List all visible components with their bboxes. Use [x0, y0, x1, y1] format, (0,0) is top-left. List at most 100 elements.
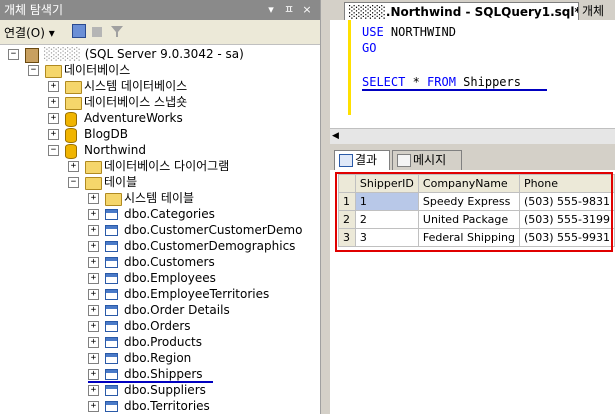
- column-header[interactable]: Phone: [518, 174, 615, 193]
- tree-node[interactable]: + dbo.Products: [0, 334, 320, 350]
- tree-node[interactable]: + dbo.Customers: [0, 254, 320, 270]
- expand-icon[interactable]: +: [88, 401, 99, 412]
- filter-icon[interactable]: [110, 24, 124, 38]
- grid-corner[interactable]: [338, 174, 356, 193]
- tree-node-label: dbo.Suppliers: [124, 383, 206, 397]
- expand-icon[interactable]: +: [48, 129, 59, 140]
- tree-node[interactable]: + dbo.CustomerCustomerDemo: [0, 222, 320, 238]
- tree-node-label: dbo.Employees: [124, 271, 216, 285]
- grid-cell[interactable]: 1: [354, 192, 419, 211]
- table-row[interactable]: 1 1 Speedy Express (503) 555-9831: [338, 192, 615, 211]
- folder-icon: [45, 65, 62, 78]
- grid-cell[interactable]: 3: [354, 228, 419, 247]
- column-header[interactable]: ShipperID: [354, 174, 419, 193]
- tree-node[interactable]: − 데이터베이스: [0, 62, 320, 78]
- collapse-icon[interactable]: −: [68, 177, 79, 188]
- object-explorer-tree: − ░░░░ (SQL Server 9.0.3042 - sa) − 데이터베이스 +…: [0, 44, 320, 414]
- stop-icon[interactable]: [92, 27, 102, 37]
- tree-node[interactable]: + 데이터베이스 다이어그램: [0, 158, 320, 174]
- tree-node-label: dbo.Orders: [124, 319, 191, 333]
- connect-server-icon[interactable]: [72, 24, 86, 38]
- tree-node[interactable]: − Northwind: [0, 142, 320, 159]
- tree-node[interactable]: + dbo.Employees: [0, 270, 320, 286]
- tree-node[interactable]: + dbo.Territories: [0, 398, 320, 414]
- tree-node-label: Northwind: [84, 143, 146, 157]
- expand-icon[interactable]: +: [88, 289, 99, 300]
- tree-node[interactable]: + dbo.Shippers: [0, 366, 320, 383]
- sql-editor[interactable]: USE NORTHWIND GO SELECT * FROM Shippers: [330, 20, 615, 128]
- scroll-left-icon[interactable]: ◀: [332, 131, 339, 141]
- collapse-icon[interactable]: −: [48, 145, 59, 156]
- expand-icon[interactable]: +: [88, 209, 99, 220]
- tree-node[interactable]: + dbo.Suppliers: [0, 382, 320, 398]
- tree-node[interactable]: + 시스템 데이터베이스: [0, 78, 320, 94]
- grid-cell[interactable]: (503) 555-9931: [518, 228, 615, 247]
- tree-node[interactable]: − 테이블: [0, 174, 320, 190]
- document-tabbar: ░░░░.Northwind - SQLQuery1.sql* 개체: [330, 0, 615, 20]
- tree-node[interactable]: + BlogDB: [0, 126, 320, 143]
- tree-node[interactable]: + dbo.Order Details: [0, 302, 320, 318]
- dropdown-icon[interactable]: ▾: [264, 0, 278, 20]
- database-icon: [65, 144, 77, 159]
- row-number[interactable]: 1: [338, 192, 356, 211]
- tree-node-label: ░░░░ (SQL Server 9.0.3042 - sa): [44, 47, 244, 61]
- grid-cell[interactable]: (503) 555-9831: [518, 192, 615, 211]
- code-line-2: GO: [362, 41, 377, 55]
- expand-icon[interactable]: +: [88, 193, 99, 204]
- code-line-1: USE NORTHWIND: [362, 25, 456, 39]
- tree-node-label: dbo.Categories: [124, 207, 215, 221]
- table-icon: [105, 401, 118, 412]
- grid-icon: [339, 154, 353, 167]
- tree-node[interactable]: + dbo.EmployeeTerritories: [0, 286, 320, 302]
- expand-icon[interactable]: +: [48, 97, 59, 108]
- table-row[interactable]: 2 2 United Package (503) 555-3199: [338, 210, 615, 229]
- row-number[interactable]: 3: [338, 228, 356, 247]
- expand-icon[interactable]: +: [88, 273, 99, 284]
- connect-button[interactable]: 연결(O) ▾: [4, 24, 55, 41]
- tab-messages[interactable]: 메시지: [392, 150, 462, 170]
- expand-icon[interactable]: +: [88, 369, 99, 380]
- tree-node-label: 시스템 테이블: [124, 191, 195, 205]
- database-icon: [65, 112, 77, 127]
- grid-cell[interactable]: (503) 555-3199: [518, 210, 615, 229]
- expand-icon[interactable]: +: [88, 321, 99, 332]
- grid-cell[interactable]: Speedy Express: [417, 192, 520, 211]
- tree-node[interactable]: + dbo.Orders: [0, 318, 320, 334]
- expand-icon[interactable]: +: [88, 225, 99, 236]
- tree-node-label: dbo.EmployeeTerritories: [124, 287, 270, 301]
- tree-node-label: 데이터베이스 스냅숏: [84, 95, 188, 109]
- expand-icon[interactable]: +: [48, 81, 59, 92]
- tree-node[interactable]: + 시스템 테이블: [0, 190, 320, 206]
- expand-icon[interactable]: +: [88, 385, 99, 396]
- tab-object-explorer-details[interactable]: 개체: [582, 2, 604, 20]
- expand-icon[interactable]: +: [88, 241, 99, 252]
- tree-node[interactable]: − ░░░░ (SQL Server 9.0.3042 - sa): [0, 46, 320, 63]
- tree-node[interactable]: + AdventureWorks: [0, 110, 320, 127]
- editor-hscrollbar[interactable]: ◀: [330, 128, 615, 145]
- column-header[interactable]: CompanyName: [417, 174, 520, 193]
- tree-node[interactable]: + dbo.Region: [0, 350, 320, 366]
- expand-icon[interactable]: +: [88, 337, 99, 348]
- close-icon[interactable]: ×: [300, 0, 314, 20]
- collapse-icon[interactable]: −: [28, 65, 39, 76]
- table-icon: [105, 369, 118, 380]
- expand-icon[interactable]: +: [68, 161, 79, 172]
- grid-cell[interactable]: 2: [354, 210, 419, 229]
- grid-cell[interactable]: United Package: [417, 210, 520, 229]
- tab-query[interactable]: ░░░░.Northwind - SQLQuery1.sql*: [344, 2, 579, 20]
- query-editor-panel: ░░░░.Northwind - SQLQuery1.sql* 개체 USE N…: [330, 0, 615, 414]
- grid-cell[interactable]: Federal Shipping: [417, 228, 520, 247]
- expand-icon[interactable]: +: [48, 113, 59, 124]
- tree-node[interactable]: + 데이터베이스 스냅숏: [0, 94, 320, 110]
- pin-icon[interactable]: ㅍ: [282, 0, 296, 20]
- tree-node[interactable]: + dbo.Categories: [0, 206, 320, 222]
- table-row[interactable]: 3 3 Federal Shipping (503) 555-9931: [338, 228, 615, 247]
- tree-node-label: BlogDB: [84, 127, 128, 141]
- expand-icon[interactable]: +: [88, 257, 99, 268]
- expand-icon[interactable]: +: [88, 305, 99, 316]
- collapse-icon[interactable]: −: [8, 49, 19, 60]
- tab-results[interactable]: 결과: [334, 150, 390, 170]
- row-number[interactable]: 2: [338, 210, 356, 229]
- expand-icon[interactable]: +: [88, 353, 99, 364]
- tree-node[interactable]: + dbo.CustomerDemographics: [0, 238, 320, 254]
